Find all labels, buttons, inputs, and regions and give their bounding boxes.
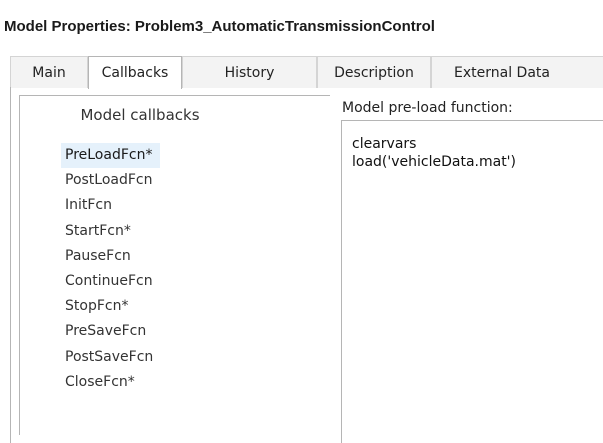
preload-function-editor[interactable]: clearvars load('vehicleData.mat') xyxy=(341,120,603,443)
callback-item-continuefcn[interactable]: ContinueFcn xyxy=(65,269,160,294)
callback-item-initfcn[interactable]: InitFcn xyxy=(65,193,160,218)
tab-external-data[interactable]: External Data xyxy=(431,56,603,88)
tab-content-callbacks: Model callbacks PreLoadFcn* PostLoadFcn … xyxy=(10,87,603,443)
callbacks-list: PreLoadFcn* PostLoadFcn InitFcn StartFcn… xyxy=(61,143,161,395)
tab-bar: Main Callbacks History Description Exter… xyxy=(10,56,603,89)
tab-history[interactable]: History xyxy=(182,56,317,88)
callback-item-pausefcn[interactable]: PauseFcn xyxy=(65,244,160,269)
callback-item-stopfcn[interactable]: StopFcn* xyxy=(65,294,160,319)
editor-code[interactable]: clearvars load('vehicleData.mat') xyxy=(352,135,516,171)
window-title: Model Properties: Problem3_AutomaticTran… xyxy=(4,18,435,35)
callback-item-closefcn[interactable]: CloseFcn* xyxy=(65,370,160,395)
tab-description[interactable]: Description xyxy=(317,56,431,88)
callback-item-postsavefcn[interactable]: PostSaveFcn xyxy=(65,345,160,370)
tab-callbacks[interactable]: Callbacks xyxy=(88,56,182,89)
callback-item-preloadfcn[interactable]: PreLoadFcn* xyxy=(61,143,161,169)
callback-item-startfcn[interactable]: StartFcn* xyxy=(65,219,160,244)
callback-item-postloadfcn[interactable]: PostLoadFcn xyxy=(65,168,160,193)
tab-main[interactable]: Main xyxy=(10,56,88,88)
callback-item-presavefcn[interactable]: PreSaveFcn xyxy=(65,319,160,344)
callbacks-list-panel: Model callbacks PreLoadFcn* PostLoadFcn … xyxy=(19,95,330,435)
callbacks-pane: Model callbacks PreLoadFcn* PostLoadFcn … xyxy=(11,87,330,443)
model-properties-window: Model Properties: Problem3_AutomaticTran… xyxy=(0,0,603,443)
editor-label: Model pre-load function: xyxy=(342,100,513,116)
callbacks-header: Model callbacks xyxy=(80,106,200,124)
